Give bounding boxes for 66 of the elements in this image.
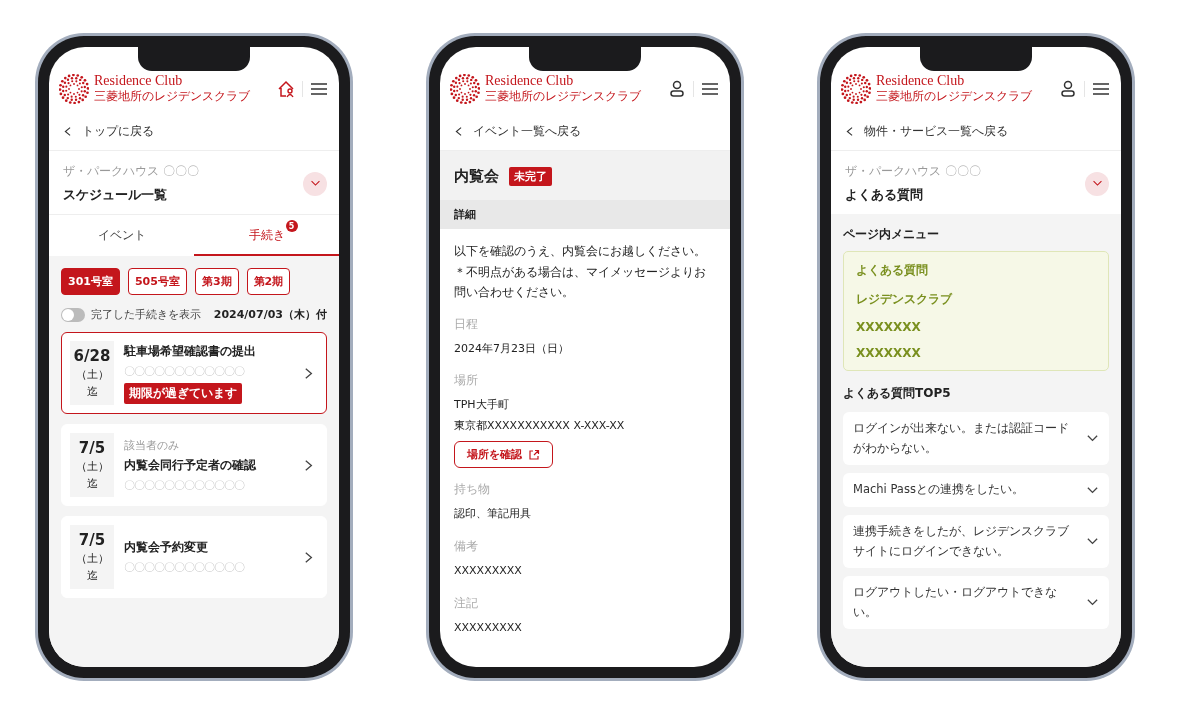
account-icon[interactable] (1058, 79, 1078, 100)
toggle-switch[interactable] (61, 307, 85, 322)
map-button[interactable]: 場所を確認 (454, 441, 553, 469)
due-date: 6/28 (73, 347, 111, 366)
logo-icon (450, 74, 480, 105)
weekday: （土） (75, 459, 109, 475)
field-value: 認印、筆記用具 (454, 506, 532, 523)
field-label: 持ち物 (454, 482, 491, 498)
until-label: 迄 (86, 476, 98, 492)
faq-item[interactable]: Machi Passとの連携をしたい。 (843, 473, 1109, 508)
page-title: スケジュール一覧 (63, 186, 168, 205)
status-badge: 未完了 (509, 167, 552, 187)
intro-text: ＊不明点がある場合は、マイメッセージよりお問い合わせください。 (454, 263, 707, 302)
expand-button[interactable] (1085, 171, 1109, 196)
back-link[interactable]: トップに戻る (49, 113, 339, 152)
filter-chip[interactable]: 301号室 (61, 268, 120, 296)
due-date: 7/5 (78, 531, 106, 550)
task-title: 内覧会予約変更 (124, 539, 209, 557)
overdue-badge: 期限が過ぎています (124, 382, 242, 404)
field-value: XXXXXXXXX (454, 620, 523, 636)
faq-item[interactable]: 連携手続きをしたが、レジデンスクラブサイトにログインできない。 (843, 515, 1109, 569)
field-label: 注記 (454, 596, 479, 611)
due-date: 7/5 (78, 439, 106, 458)
filter-chip[interactable]: 第3期 (194, 268, 239, 296)
back-link[interactable]: 物件・サービス一覧へ戻る (831, 113, 1121, 152)
home-person-icon[interactable] (276, 79, 296, 100)
until-label: 迄 (86, 384, 98, 400)
filter-chip[interactable]: 505号室 (127, 268, 187, 296)
menu-label: ページ内メニュー (843, 226, 940, 244)
weekday: （土） (75, 367, 109, 383)
field-value: XXXXXXXXX (454, 563, 523, 580)
logo-icon (59, 74, 89, 105)
brand-name: Residence Club (876, 73, 966, 89)
property-name: ザ・パークハウス 〇〇〇 (845, 163, 982, 181)
faq-item[interactable]: ログインが出来ない。または認証コードがわからない。 (843, 412, 1109, 466)
logo-icon (841, 74, 871, 105)
task-title: 駐車場希望確認書の提出 (124, 342, 257, 360)
filter-chip[interactable]: 第2期 (246, 268, 291, 296)
brand-name: Residence Club (94, 73, 184, 89)
brand-subtitle: 三菱地所のレジデンスクラブ (94, 88, 250, 106)
section-heading: よくある質問TOP5 (843, 385, 952, 403)
external-link-icon (528, 448, 540, 461)
task-title: 内覧会同行予定者の確認 (124, 456, 257, 474)
brand-name: Residence Club (485, 73, 575, 89)
field-value: 2024年7月23日（日） (454, 340, 570, 357)
field-label: 日程 (454, 316, 479, 332)
section-header: 詳細 (440, 200, 730, 230)
brand-subtitle: 三菱地所のレジデンスクラブ (876, 88, 1032, 106)
expand-button[interactable] (303, 171, 327, 196)
as-of-date: 2024/07/03（木）付 (213, 307, 327, 323)
intro-text: 以下を確認のうえ、内覧会にお越しください。 (454, 243, 707, 261)
toggle-label: 完了した手続きを表示 (91, 307, 202, 323)
page-title: よくある質問 (845, 186, 924, 205)
count-badge: 5 (285, 220, 298, 233)
faq-item[interactable]: ログアウトしたい・ログアウトできない。 (843, 576, 1109, 630)
weekday: （土） (75, 551, 109, 567)
until-label: 迄 (86, 568, 98, 584)
task-note: 該当者のみ (124, 437, 180, 453)
event-title: 内覧会 (454, 167, 499, 187)
field-label: 場所 (454, 373, 479, 389)
field-value: 東京都XXXXXXXXXXX X-XXX-XX (454, 418, 626, 435)
field-label: 備考 (454, 539, 479, 555)
field-value: TPH大手町 (454, 397, 510, 414)
account-icon[interactable] (667, 79, 687, 100)
brand-subtitle: 三菱地所のレジデンスクラブ (485, 88, 641, 106)
property-name: ザ・パークハウス 〇〇〇 (63, 163, 200, 181)
